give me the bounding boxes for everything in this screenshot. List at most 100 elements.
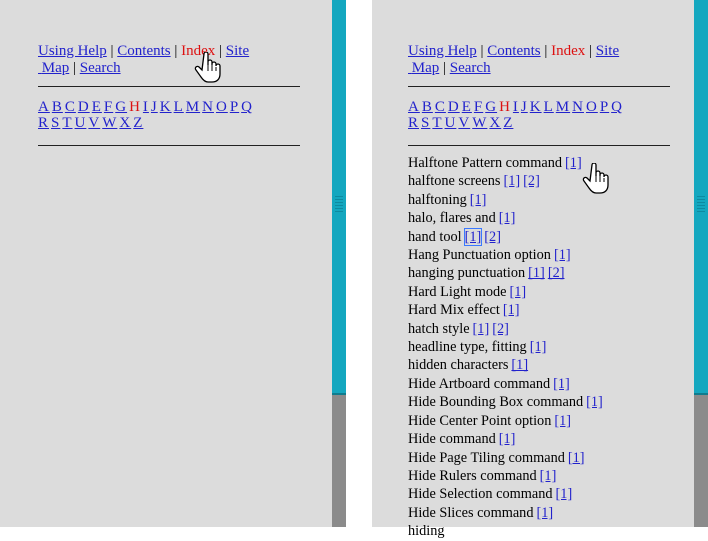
index-ref-link[interactable]: [1] [556,486,573,502]
letter-link-m[interactable]: M [186,99,200,115]
letter-link-g[interactable]: G [115,99,127,115]
contents-link[interactable]: Contents [487,43,540,59]
letter-link-p[interactable]: P [230,99,239,115]
index-ref-link[interactable]: [1] [499,431,516,447]
left-top-divider [38,86,300,87]
index-ref-link[interactable]: [1] [499,210,516,226]
letter-link-c[interactable]: C [435,99,446,115]
letter-link-u[interactable]: U [75,115,87,131]
index-ref-link[interactable]: [1] [511,357,528,373]
letter-link-d[interactable]: D [448,99,460,115]
index-entry-term: hatch style [408,320,470,337]
index-link-current[interactable]: Index [551,43,585,59]
letter-link-g[interactable]: G [485,99,497,115]
index-entry: Hide Center Point option [1] [408,412,708,430]
letter-link-b[interactable]: B [422,99,433,115]
letter-link-u[interactable]: U [445,115,457,131]
index-entry-term: Hide Selection command [408,486,553,503]
index-ref-link[interactable]: [1] [530,339,547,355]
index-ref-link[interactable]: [1] [586,394,603,410]
letter-link-z[interactable]: Z [133,115,143,131]
letter-link-q[interactable]: Q [611,99,623,115]
index-ref-link[interactable]: [1] [504,173,521,189]
index-ref-link[interactable]: [1] [536,505,553,521]
letter-link-a[interactable]: A [408,99,420,115]
index-ref-link[interactable]: [2] [523,173,540,189]
letter-link-c[interactable]: C [65,99,76,115]
index-ref-link[interactable]: [1] [540,468,557,484]
index-entry-list: Halftone Pattern command [1] halftone scre… [408,154,708,541]
letter-link-x[interactable]: X [489,115,501,131]
letter-link-j[interactable]: J [151,99,158,115]
letter-link-w[interactable]: W [102,115,117,131]
letter-link-r[interactable]: R [408,115,419,131]
letter-link-d[interactable]: D [78,99,90,115]
contents-link[interactable]: Contents [117,43,170,59]
letter-link-s[interactable]: S [51,115,60,131]
letter-link-a[interactable]: A [38,99,50,115]
index-entry: Hard Light mode [1] [408,283,708,301]
index-entry: Hide Bounding Box command [1] [408,393,708,411]
letter-link-b[interactable]: B [52,99,63,115]
index-ref-link[interactable]: [2] [484,229,501,245]
letter-link-w[interactable]: W [472,115,487,131]
index-ref-link[interactable]: [1] [554,413,571,429]
letter-link-n[interactable]: N [202,99,214,115]
index-entry-term: Hide Center Point option [408,412,552,429]
using-help-link[interactable]: Using Help [408,43,477,59]
left-bottom-divider [38,145,300,146]
letter-link-f[interactable]: F [474,99,483,115]
index-ref-link[interactable]: [2] [492,321,509,337]
letter-link-e[interactable]: E [462,99,472,115]
index-ref-link[interactable]: [1] [503,302,520,318]
letter-link-k[interactable]: K [160,99,172,115]
letter-link-l[interactable]: L [174,99,184,115]
index-ref-link[interactable]: [1] [568,450,585,466]
index-ref-link[interactable]: [1] [463,227,483,246]
index-entry: Hide Artboard command [1] [408,375,708,393]
index-ref-link[interactable]: [1] [473,321,490,337]
letter-link-t[interactable]: T [432,115,442,131]
letter-link-f[interactable]: F [104,99,113,115]
index-ref-link[interactable]: [1] [528,265,545,281]
letter-link-k[interactable]: K [530,99,542,115]
letter-link-t[interactable]: T [62,115,72,131]
index-entry: Hide command [1] [408,430,708,448]
letter-link-j[interactable]: J [521,99,528,115]
using-help-link[interactable]: Using Help [38,43,107,59]
index-entry: Hide Rulers command [1] [408,467,708,485]
index-ref-link[interactable]: [1] [565,155,582,171]
search-link[interactable]: Search [80,60,121,76]
letter-link-e[interactable]: E [92,99,102,115]
letter-link-i[interactable]: I [143,99,149,115]
left-frame-divider[interactable] [332,0,346,527]
letter-link-s[interactable]: S [421,115,430,131]
letter-link-m[interactable]: M [556,99,570,115]
index-ref-link[interactable]: [1] [470,192,487,208]
letter-link-h[interactable]: H [129,99,141,115]
letter-link-v[interactable]: V [88,115,100,131]
letter-link-r[interactable]: R [38,115,49,131]
letter-link-q[interactable]: Q [241,99,253,115]
index-entry-term: headline type, fitting [408,339,527,356]
index-ref-link[interactable]: [2] [548,265,565,281]
letter-link-p[interactable]: P [600,99,609,115]
index-entry: Hide Page Tiling command [1] [408,449,708,467]
left-nav-links: Using Help | Contents | Index | Site Map… [38,43,250,76]
splitter-grip-icon[interactable] [335,196,343,212]
letter-link-z[interactable]: Z [503,115,513,131]
index-ref-link[interactable]: [1] [554,247,571,263]
letter-link-h[interactable]: H [499,99,511,115]
index-entry-term: halftoning [408,191,467,208]
letter-link-x[interactable]: X [119,115,131,131]
index-ref-link[interactable]: [1] [509,284,526,300]
letter-link-n[interactable]: N [572,99,584,115]
letter-link-o[interactable]: O [216,99,228,115]
letter-link-i[interactable]: I [513,99,519,115]
search-link[interactable]: Search [450,60,491,76]
index-ref-link[interactable]: [1] [553,376,570,392]
letter-link-v[interactable]: V [458,115,470,131]
letter-link-l[interactable]: L [544,99,554,115]
letter-link-o[interactable]: O [586,99,598,115]
index-entry: hiding [408,522,708,540]
